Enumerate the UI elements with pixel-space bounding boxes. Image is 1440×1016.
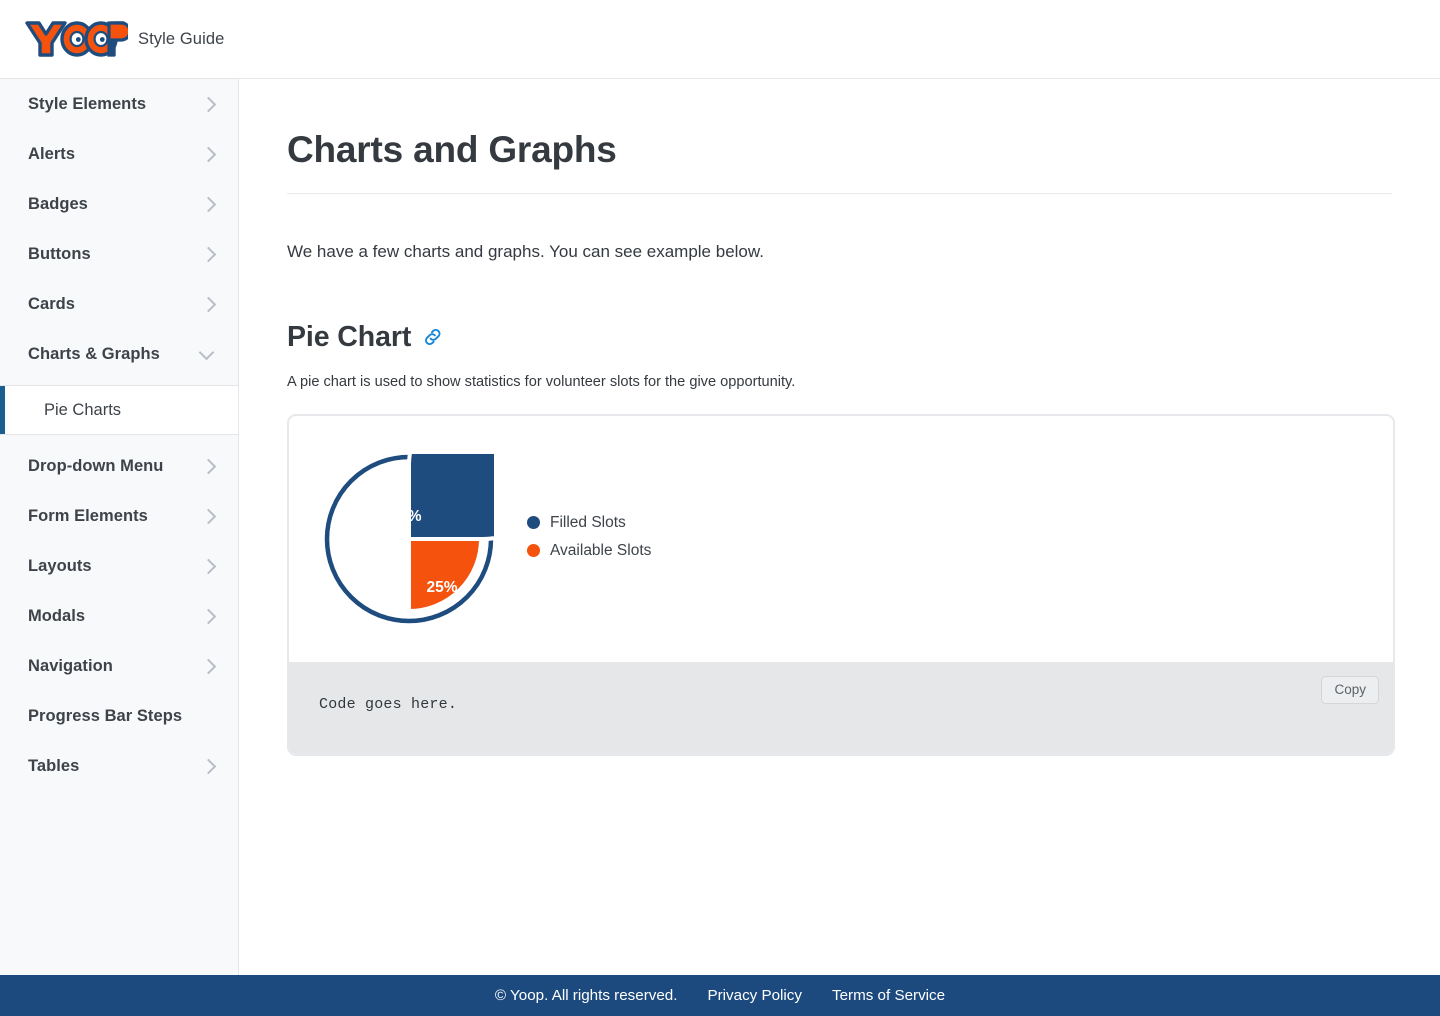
chevron-right-icon <box>200 558 217 574</box>
sidebar-item-progress-bar-steps[interactable]: Progress Bar Steps <box>0 691 238 741</box>
pie-slice-available-slots[interactable] <box>407 536 484 613</box>
pie-label-available-slots: 25% <box>426 579 457 596</box>
chevron-right-icon <box>200 246 217 262</box>
sidebar-item-tables[interactable]: Tables <box>0 741 238 791</box>
sidebar-item-form-elements[interactable]: Form Elements <box>0 491 238 541</box>
sidebar-item-label: Charts & Graphs <box>28 344 160 363</box>
pie-slice-filled-slots[interactable] <box>407 453 494 541</box>
sidebar-item-cards[interactable]: Cards <box>0 279 238 329</box>
sidebar: Style Elements Alerts Badges Buttons Car… <box>0 79 239 975</box>
code-snippet-text: Code goes here. <box>319 695 458 713</box>
intro-text: We have a few charts and graphs. You can… <box>287 242 764 261</box>
yoop-logo-icon <box>25 21 128 57</box>
legend-swatch-icon <box>527 516 540 530</box>
sidebar-item-layouts[interactable]: Layouts <box>0 541 238 591</box>
sidebar-item-badges[interactable]: Badges <box>0 179 238 229</box>
sidebar-item-label: Style Elements <box>28 94 147 113</box>
sidebar-item-navigation[interactable]: Navigation <box>0 641 238 691</box>
chevron-right-icon <box>200 508 217 524</box>
legend-label: Available Slots <box>550 541 652 559</box>
section-title: Pie Chart <box>287 320 412 353</box>
example-card: 75% 25% Filled Slots Available Slots Cop… <box>287 413 1395 756</box>
chevron-right-icon <box>200 758 217 774</box>
sidebar-item-alerts[interactable]: Alerts <box>0 129 238 179</box>
chevron-down-icon <box>198 344 215 360</box>
sidebar-item-label: Layouts <box>28 556 92 575</box>
chart-preview-area: 75% 25% Filled Slots Available Slots <box>289 416 1393 662</box>
sidebar-item-label: Form Elements <box>28 506 148 525</box>
app-header: Style Guide <box>0 0 1440 79</box>
sidebar-subitem-pie-charts[interactable]: Pie Charts <box>0 386 238 434</box>
chevron-right-icon <box>200 608 217 624</box>
chevron-right-icon <box>200 458 217 474</box>
code-snippet-block: Copy Code goes here. <box>289 661 1393 754</box>
header-caption: Style Guide <box>138 29 225 48</box>
page-footer: © Yoop. All rights reserved. Privacy Pol… <box>0 975 1440 1016</box>
sidebar-subnav-charts: Pie Charts <box>0 385 238 435</box>
link-icon[interactable] <box>421 325 445 349</box>
chart-legend: Filled Slots Available Slots <box>527 514 651 564</box>
chevron-right-icon <box>200 296 217 312</box>
legend-item-available-slots[interactable]: Available Slots <box>527 542 651 560</box>
title-divider <box>287 193 1392 194</box>
main-content: Charts and Graphs We have a few charts a… <box>239 79 1440 975</box>
sidebar-item-drop-down-menu[interactable]: Drop-down Menu <box>0 441 238 491</box>
pie-chart: 75% 25% Filled Slots Available Slots <box>324 453 651 624</box>
sidebar-item-label: Alerts <box>28 144 76 163</box>
pie-label-filled-slots: 75% <box>390 508 421 525</box>
sidebar-item-style-elements[interactable]: Style Elements <box>0 79 238 129</box>
legend-item-filled-slots[interactable]: Filled Slots <box>527 514 651 532</box>
sidebar-item-charts-graphs[interactable]: Charts & Graphs <box>0 329 238 379</box>
sidebar-item-label: Navigation <box>28 656 113 675</box>
legend-label: Filled Slots <box>550 513 626 531</box>
sidebar-item-label: Tables <box>28 756 80 775</box>
pie-chart-svg[interactable]: 75% 25% <box>324 453 494 624</box>
footer-link-terms-of-service[interactable]: Terms of Service <box>832 987 945 1004</box>
sidebar-item-modals[interactable]: Modals <box>0 591 238 641</box>
section-header: Pie Chart <box>287 321 1392 354</box>
logo-area[interactable]: Style Guide <box>22 16 224 62</box>
page-shell: Style Elements Alerts Badges Buttons Car… <box>0 79 1440 975</box>
section-description: A pie chart is used to show statistics f… <box>287 373 796 390</box>
sidebar-item-label: Cards <box>28 294 76 313</box>
sidebar-item-buttons[interactable]: Buttons <box>0 229 238 279</box>
chevron-right-icon <box>200 146 217 162</box>
sidebar-subitem-label: Pie Charts <box>44 400 122 419</box>
legend-swatch-icon <box>527 544 540 558</box>
chevron-right-icon <box>200 196 217 212</box>
footer-copyright: © Yoop. All rights reserved. <box>494 987 678 1004</box>
sidebar-item-label: Modals <box>28 606 86 625</box>
copy-button[interactable]: Copy <box>1321 675 1379 705</box>
page-title: Charts and Graphs <box>287 129 617 170</box>
footer-link-privacy-policy[interactable]: Privacy Policy <box>707 987 802 1004</box>
sidebar-item-label: Drop-down Menu <box>28 456 164 475</box>
sidebar-item-label: Buttons <box>28 244 91 263</box>
chevron-right-icon <box>200 658 217 674</box>
sidebar-item-label: Progress Bar Steps <box>28 706 183 725</box>
chevron-right-icon <box>200 96 217 112</box>
sidebar-item-label: Badges <box>28 194 88 213</box>
